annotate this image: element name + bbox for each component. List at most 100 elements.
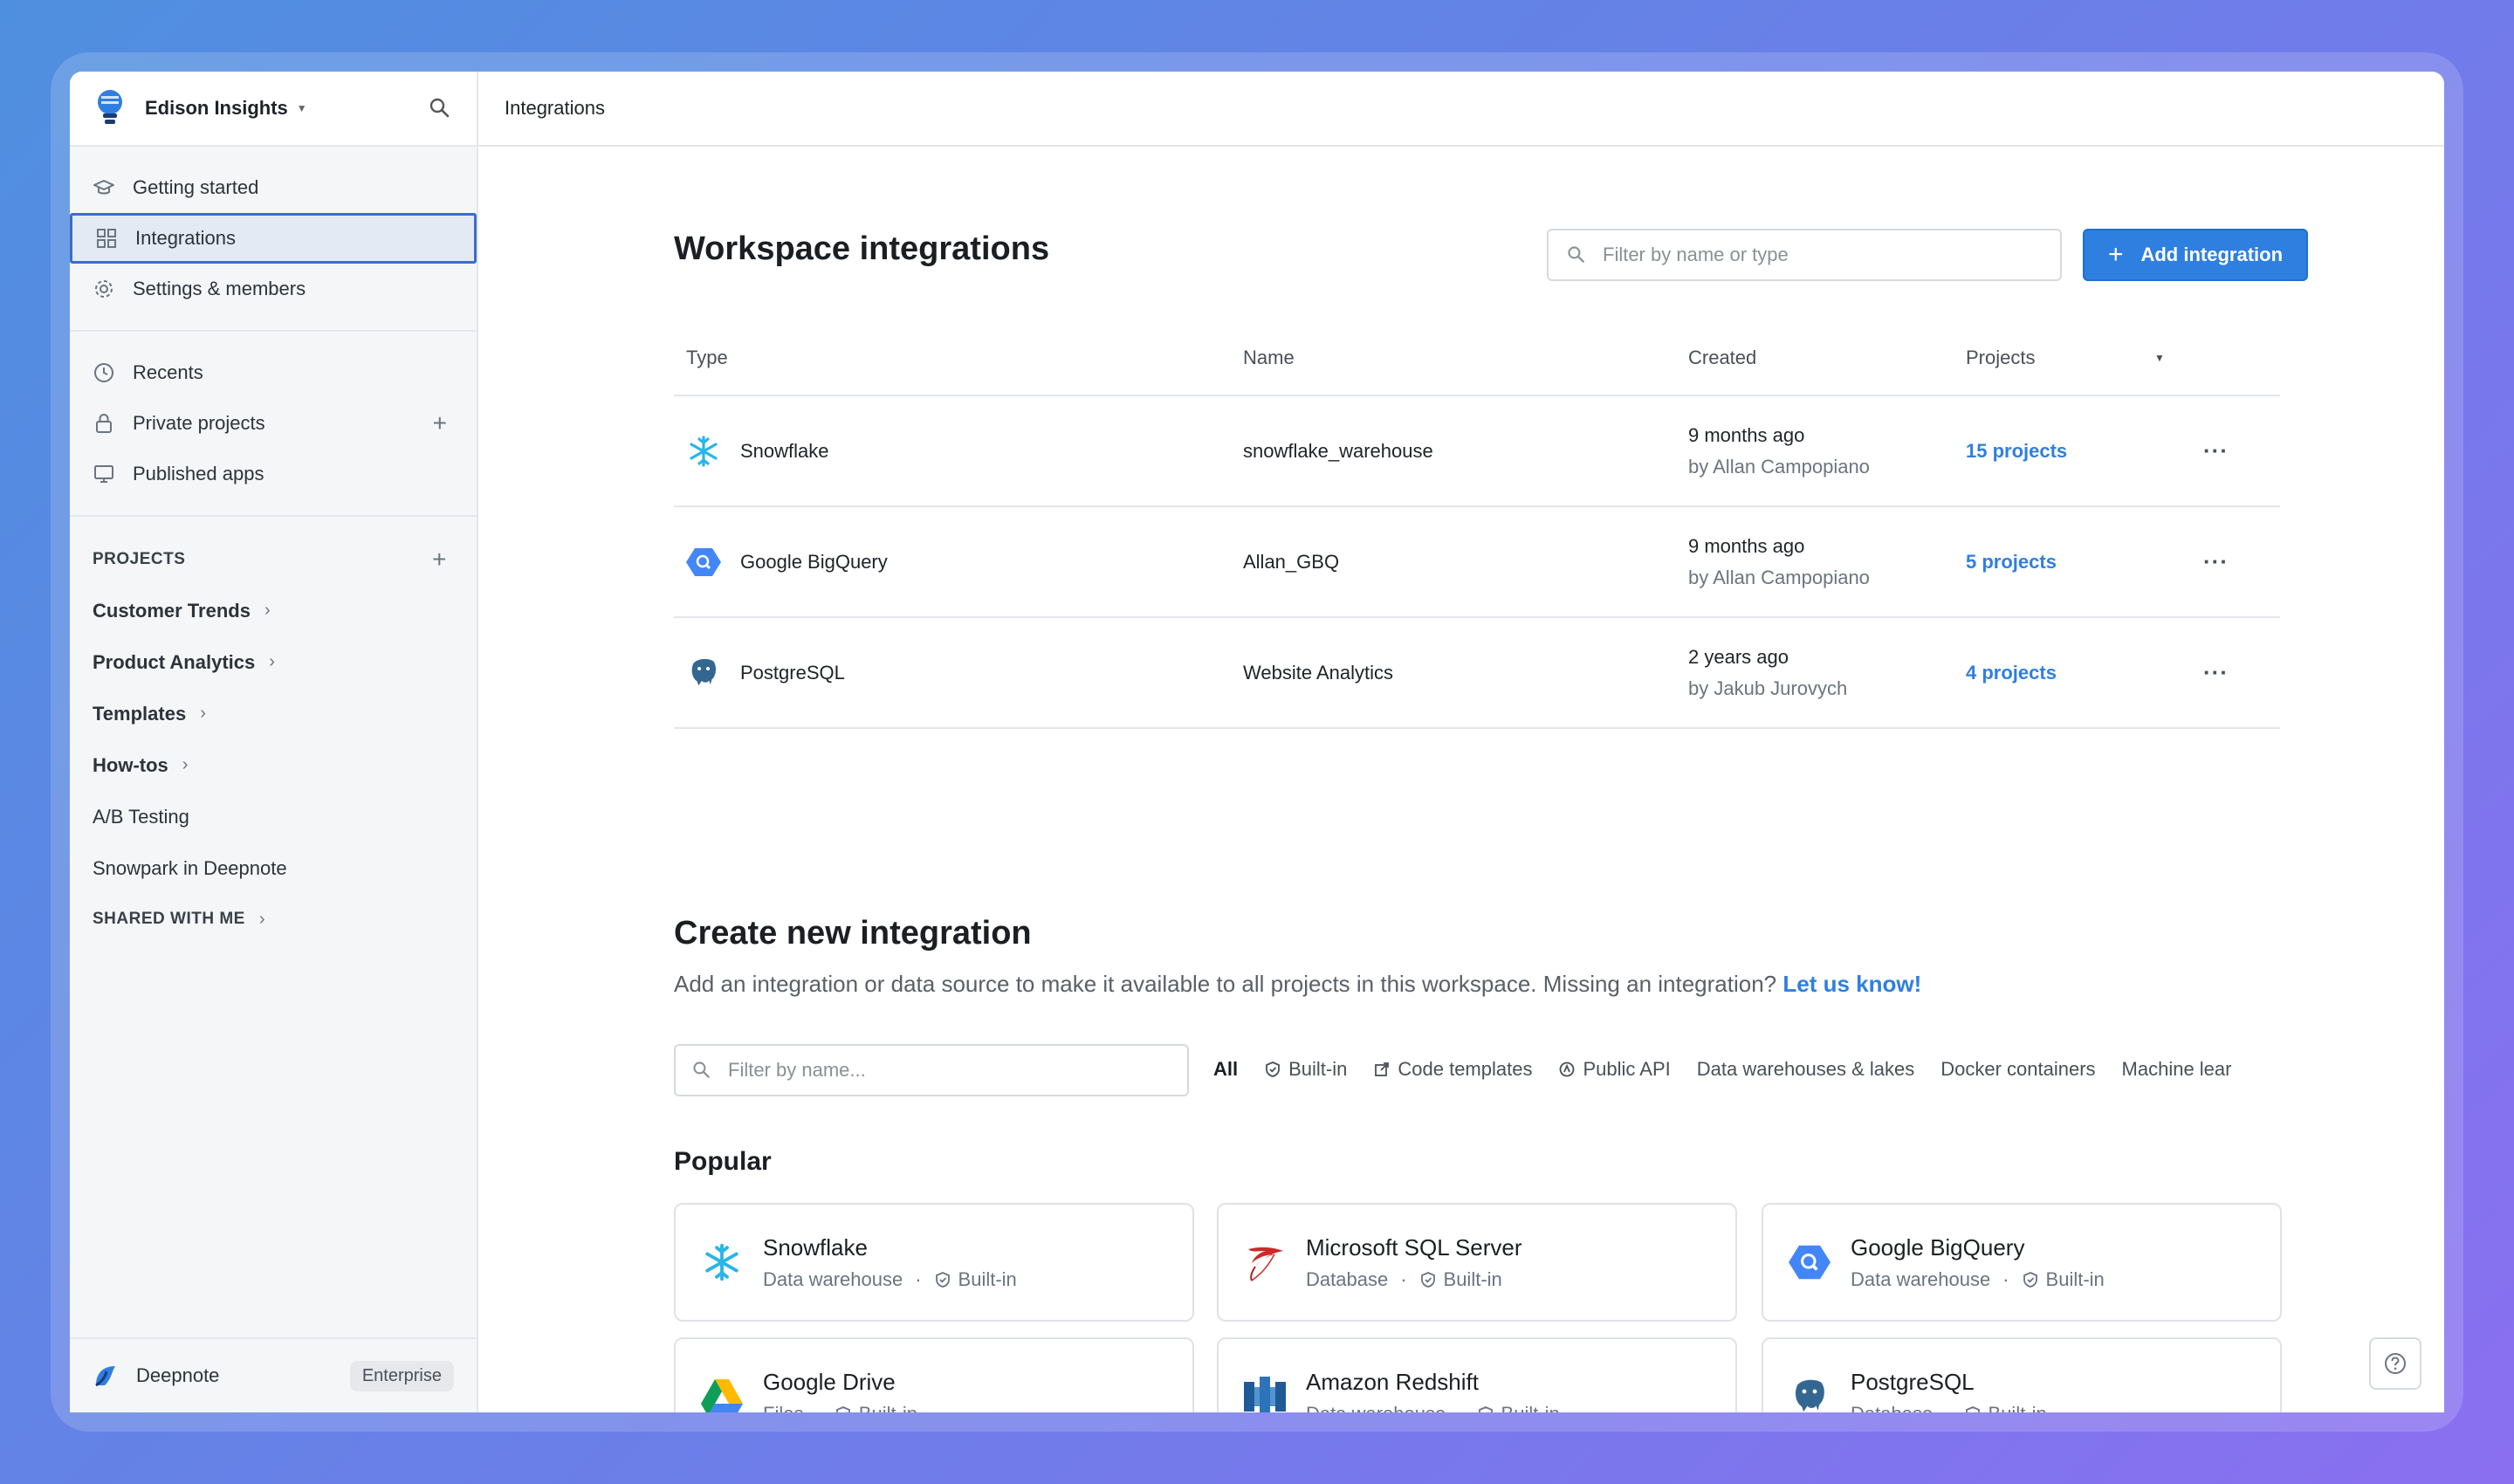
workspace-name[interactable]: Edison Insights (145, 97, 288, 120)
created-by: by Allan Campopiano (1688, 566, 1870, 588)
projects-link[interactable]: 5 projects (1966, 551, 2057, 574)
sidebar: Edison Insights ▼ Getting started Integr… (70, 72, 478, 1412)
workspace-header: Edison Insights ▼ (70, 72, 477, 147)
projects-link[interactable]: 15 projects (1966, 440, 2067, 463)
card-snowflake[interactable]: Snowflake Data warehouse · Built-in (674, 1203, 1194, 1322)
search-icon (693, 1061, 710, 1078)
sidebar-project-customer-trends[interactable]: Customer Trends › (70, 585, 477, 636)
card-title: Amazon Redshift (1306, 1368, 1479, 1395)
card-postgresql[interactable]: PostgreSQL Database · Built-in (1762, 1337, 2282, 1412)
chevron-right-icon[interactable]: › (269, 652, 275, 672)
card-subtitle: Data warehouse · Built-in (763, 1268, 1017, 1291)
search-icon (1568, 246, 1584, 263)
card-tag: Built-in (859, 1403, 917, 1413)
tab-label: Public API (1583, 1058, 1671, 1080)
sidebar-project-ab-testing[interactable]: A/B Testing (70, 791, 477, 842)
tab-machine-learning[interactable]: Machine lear (2122, 1058, 2232, 1081)
integration-name: Website Analytics (1243, 661, 1394, 684)
shared-with-me-heading[interactable]: SHARED WITH ME › (70, 894, 477, 945)
type-cell: Google BigQuery (686, 545, 888, 580)
card-amazon-redshift[interactable]: Amazon Redshift Data warehouse · Built-i… (1217, 1337, 1737, 1412)
sidebar-item-label: Settings & members (133, 278, 306, 299)
sidebar-item-label: Private projects (133, 412, 265, 434)
shared-heading-label: SHARED WITH ME (93, 910, 245, 928)
chevron-right-icon[interactable]: › (200, 704, 206, 724)
bigquery-icon (1789, 1245, 1831, 1280)
table-row[interactable]: PostgreSQL Website Analytics 2 years ago… (674, 618, 2280, 729)
integration-name: Allan_GBQ (1243, 550, 1340, 573)
chevron-right-icon[interactable]: › (182, 755, 189, 775)
more-options-icon[interactable]: ··· (2203, 548, 2229, 575)
sidebar-item-integrations[interactable]: Integrations (70, 213, 477, 264)
table-row[interactable]: Google BigQuery Allan_GBQ 9 months ago b… (674, 507, 2280, 618)
card-google-bigquery[interactable]: Google BigQuery Data warehouse · Built-i… (1762, 1203, 2282, 1322)
tab-label: Code templates (1398, 1058, 1533, 1080)
popular-heading: Popular (674, 1147, 772, 1176)
sidebar-item-settings[interactable]: Settings & members (70, 264, 477, 314)
gear-icon (95, 280, 113, 298)
tab-public-api[interactable]: Public API (1558, 1058, 1671, 1081)
tab-label: Machine lear (2121, 1058, 2232, 1080)
sidebar-item-private-projects[interactable]: Private projects + (70, 398, 477, 449)
card-tag: Built-in (1501, 1403, 1560, 1413)
google-drive-icon (701, 1379, 743, 1412)
card-google-drive[interactable]: Google Drive Files · Built-in (674, 1337, 1194, 1412)
tab-label: All (1213, 1058, 1239, 1080)
chevron-right-icon[interactable]: › (259, 910, 265, 930)
tab-all[interactable]: All (1213, 1058, 1238, 1081)
plan-badge: Enterprise (349, 1360, 454, 1391)
card-microsoft-sql-server[interactable]: Microsoft SQL Server Database · Built-in (1217, 1203, 1737, 1322)
sidebar-project-how-tos[interactable]: How-tos › (70, 739, 477, 791)
integrations-filter-input[interactable]: Filter by name or type (1547, 229, 2062, 281)
main-content: Workspace integrations Filter by name or… (478, 147, 2444, 1412)
sidebar-item-published-apps[interactable]: Published apps (70, 449, 477, 499)
tab-docker-containers[interactable]: Docker containers (1940, 1058, 2095, 1081)
sidebar-project-templates[interactable]: Templates › (70, 688, 477, 739)
project-label: Customer Trends (93, 599, 251, 622)
tab-data-warehouses[interactable]: Data warehouses & lakes (1697, 1058, 1914, 1081)
projects-heading-label: PROJECTS (93, 550, 186, 568)
table-row[interactable]: Snowflake snowflake_warehouse 9 months a… (674, 396, 2280, 507)
tab-code-templates[interactable]: Code templates (1373, 1058, 1532, 1081)
chevron-down-icon[interactable]: ▼ (297, 102, 307, 114)
sidebar-item-getting-started[interactable]: Getting started (70, 162, 477, 213)
plus-icon: + (2107, 240, 2124, 269)
search-icon[interactable] (428, 96, 452, 120)
tab-label: Data warehouses & lakes (1696, 1058, 1915, 1080)
card-kind: Database (1851, 1403, 1933, 1413)
snowflake-icon (690, 435, 718, 467)
sidebar-project-snowpark[interactable]: Snowpark in Deepnote (70, 842, 477, 894)
chevron-right-icon[interactable]: › (264, 601, 271, 621)
card-subtitle: Database · Built-in (1851, 1403, 2047, 1413)
workspace-logo-icon (98, 90, 122, 124)
page-title: Workspace integrations (674, 230, 1050, 267)
more-options-icon[interactable]: ··· (2203, 437, 2229, 464)
card-tag: Built-in (2045, 1268, 2105, 1290)
project-label: A/B Testing (93, 805, 189, 828)
add-integration-button[interactable]: + Add integration (2083, 229, 2308, 281)
separator-dot: · (1458, 1403, 1464, 1413)
card-kind: Data warehouse (763, 1268, 903, 1290)
column-projects[interactable]: Projects (1966, 347, 2035, 369)
let-us-know-link[interactable]: Let us know! (1782, 971, 1921, 997)
sort-caret-icon[interactable]: ▼ (2154, 352, 2165, 364)
create-integration-title: Create new integration (674, 915, 1032, 952)
card-subtitle: Data warehouse · Built-in (1306, 1403, 1560, 1413)
redshift-icon (1244, 1377, 1286, 1412)
add-project-icon[interactable]: + (432, 546, 447, 574)
postgresql-icon (1794, 1378, 1826, 1412)
more-options-icon[interactable]: ··· (2203, 659, 2229, 686)
projects-link[interactable]: 4 projects (1966, 662, 2057, 684)
sidebar-item-recents[interactable]: Recents (70, 347, 477, 398)
card-title: Snowflake (763, 1233, 868, 1261)
project-label: How-tos (93, 753, 168, 776)
new-integration-filter-input[interactable]: Filter by name... (674, 1044, 1189, 1096)
created-time: 2 years ago (1688, 645, 1789, 668)
add-private-project-icon[interactable]: + (433, 409, 447, 437)
type-label: Google BigQuery (740, 550, 888, 573)
created-by: by Allan Campopiano (1688, 455, 1870, 477)
help-button[interactable] (2369, 1337, 2421, 1390)
tab-built-in[interactable]: Built-in (1264, 1058, 1347, 1081)
sidebar-project-product-analytics[interactable]: Product Analytics › (70, 636, 477, 688)
column-type: Type (686, 347, 728, 368)
